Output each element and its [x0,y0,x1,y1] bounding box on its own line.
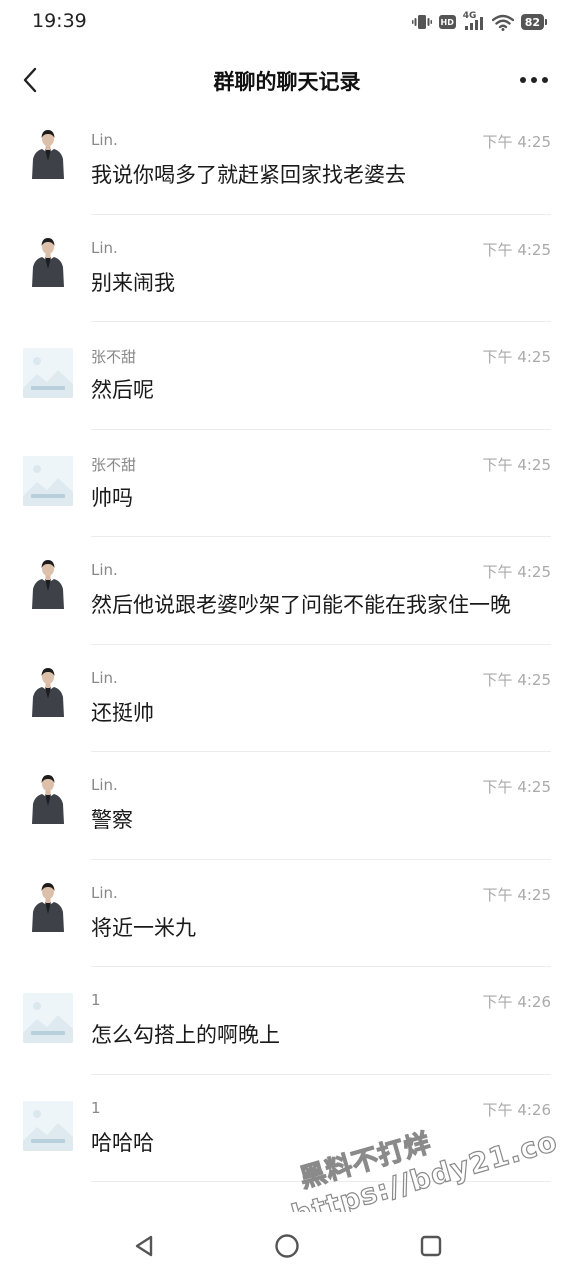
avatar[interactable] [26,664,70,717]
battery-icon: 82 [520,14,548,30]
message-text: 帅吗 [91,485,133,510]
message-item[interactable]: Lin. 下午 4:25 我说你喝多了就赶紧回家找老婆去 [0,107,574,215]
avatar[interactable] [26,234,70,287]
more-dots-icon [520,77,548,83]
message-time: 下午 4:25 [482,563,551,581]
signal-icon: 4G [462,11,485,31]
status-bar: 19:39 HD 4G 82 [0,0,574,46]
message-time: 下午 4:25 [482,240,551,259]
network-label: 4G [462,11,477,21]
message-item[interactable]: Lin. 下午 4:25 还挺帅 [0,645,574,752]
sender-name: Lin. [91,883,118,902]
more-button[interactable] [516,64,552,96]
message-item[interactable]: 张不甜 下午 4:25 然后呢 [0,322,574,430]
message-item[interactable]: Lin. 下午 4:25 将近一米九 [0,860,574,967]
back-triangle-icon [135,1235,153,1257]
avatar[interactable] [23,993,73,1043]
header-bar: 群聊的聊天记录 [0,46,574,114]
message-item[interactable]: 1 下午 4:26 哈哈哈 [0,1075,574,1182]
sender-name: Lin. [91,131,118,149]
avatar[interactable] [26,879,70,932]
avatar[interactable] [23,348,73,398]
message-text: 然后他说跟老婆吵架了问能不能在我家住一晚 [91,593,511,617]
message-item[interactable]: Lin. 下午 4:25 然后他说跟老婆吵架了问能不能在我家住一晚 [0,537,574,645]
message-item[interactable]: 1 下午 4:26 怎么勾搭上的啊晚上 [0,967,574,1075]
status-time: 19:39 [32,10,87,32]
nav-recents-button[interactable] [411,1226,451,1266]
message-text: 我说你喝多了就赶紧回家找老婆去 [91,163,406,187]
sender-name: Lin. [91,561,118,579]
message-text: 还挺帅 [91,700,154,725]
recents-square-icon [420,1235,442,1257]
sender-name: 张不甜 [91,348,137,366]
sender-name: Lin. [91,668,118,687]
message-time: 下午 4:26 [482,993,551,1011]
message-time: 下午 4:25 [482,133,551,151]
sender-name: 1 [91,991,101,1009]
home-circle-icon [275,1234,299,1258]
hd-icon: HD [438,15,456,29]
message-time: 下午 4:25 [482,455,551,474]
avatar[interactable] [26,127,70,179]
message-time: 下午 4:25 [482,348,551,366]
avatar[interactable] [26,557,70,609]
message-text: 别来闹我 [91,270,175,295]
avatar[interactable] [23,1100,73,1151]
nav-back-button[interactable] [124,1226,164,1266]
status-icons: HD 4G 82 [411,11,548,32]
message-text: 然后呢 [91,378,154,402]
avatar[interactable] [26,772,70,824]
message-time: 下午 4:25 [482,778,551,796]
message-item[interactable]: 张不甜 下午 4:25 帅吗 [0,430,574,537]
system-nav-bar [0,1212,574,1280]
nav-home-button[interactable] [267,1226,307,1266]
sender-name: 张不甜 [91,455,137,474]
sender-name: Lin. [91,776,118,794]
message-time: 下午 4:26 [482,1100,551,1119]
message-text: 将近一米九 [91,915,196,940]
sender-name: Lin. [91,238,118,257]
wifi-icon [491,14,514,31]
message-text: 哈哈哈 [91,1130,154,1155]
vibrate-icon [411,14,432,30]
divider [91,1181,551,1182]
sender-name: 1 [91,1098,101,1117]
message-item[interactable]: Lin. 下午 4:25 别来闹我 [0,215,574,322]
message-item[interactable]: Lin. 下午 4:25 警察 [0,752,574,860]
page-title: 群聊的聊天记录 [213,70,361,94]
message-time: 下午 4:25 [482,885,551,904]
message-text: 怎么勾搭上的啊晚上 [91,1023,280,1047]
message-text: 警察 [91,808,133,832]
avatar[interactable] [23,455,73,506]
message-time: 下午 4:25 [482,670,551,689]
